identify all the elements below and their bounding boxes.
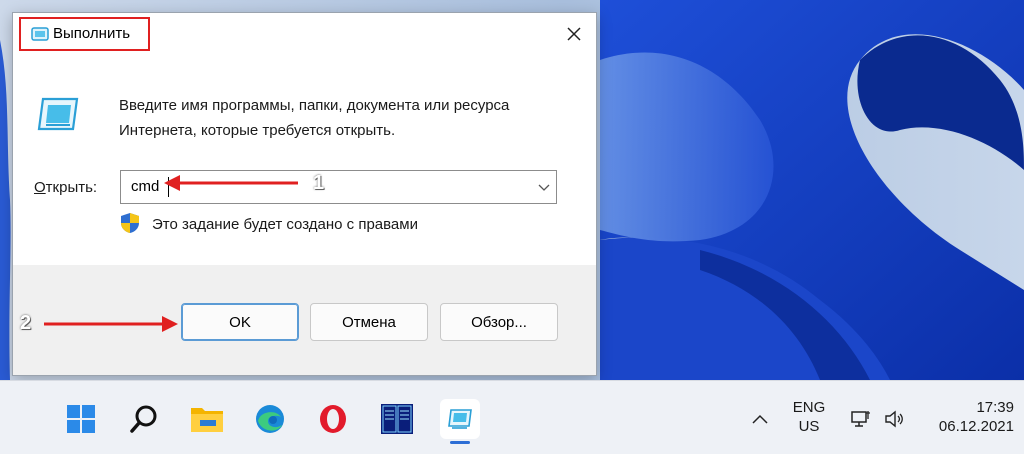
step-number-1: 1 [313,172,325,194]
open-label: Открыть: [34,179,98,196]
text-caret [168,177,169,197]
language-code: ENG [792,399,826,416]
run-taskbar-button[interactable] [440,399,480,439]
edge-button[interactable] [250,399,290,439]
run-app-icon [448,409,472,429]
far-manager-icon [381,404,413,434]
active-app-indicator [450,441,470,444]
start-button[interactable] [61,399,101,439]
ok-button[interactable]: OK [181,303,299,341]
opera-button[interactable] [313,399,353,439]
chevron-down-icon[interactable] [538,181,550,193]
run-icon [31,27,49,41]
dialog-description: Введите имя программы, папки, документа … [119,97,510,139]
chevron-up-icon [752,414,768,424]
open-combobox[interactable]: cmd [120,170,557,204]
network-button[interactable] [846,399,876,439]
far-manager-button[interactable] [377,399,417,439]
run-program-icon [37,97,79,131]
clock[interactable]: 17:39 06.12.2021 [930,399,1014,435]
show-hidden-icons-button[interactable] [740,399,780,439]
clock-time: 17:39 [976,399,1014,416]
edge-icon [256,405,284,433]
uac-shield-icon [121,213,139,233]
network-icon [851,411,870,427]
open-input[interactable]: cmd [131,178,159,195]
close-button[interactable] [561,21,587,47]
language-indicator[interactable]: ENG US [788,399,830,435]
file-explorer-icon [191,408,223,432]
search-icon [130,405,157,433]
run-dialog: Выполнить Введите имя программы, папки, … [12,12,597,376]
close-icon [567,27,581,41]
volume-button[interactable] [880,399,910,439]
start-icon [67,405,95,433]
dialog-title: Выполнить [53,25,131,42]
dialog-footer: OK Отмена Обзор... [13,265,596,375]
step-number-2: 2 [20,312,32,334]
search-button[interactable] [124,399,164,439]
keyboard-region: US [798,418,820,435]
browse-button[interactable]: Обзор... [440,303,558,341]
clock-date: 06.12.2021 [938,418,1014,435]
admin-note: Это задание будет создано с правами [152,216,418,233]
opera-icon [320,405,346,433]
cancel-button[interactable]: Отмена [310,303,428,341]
taskbar: ENG US 17:39 06.12.2021 [0,380,1024,454]
volume-icon [885,410,903,428]
file-explorer-button[interactable] [187,399,227,439]
